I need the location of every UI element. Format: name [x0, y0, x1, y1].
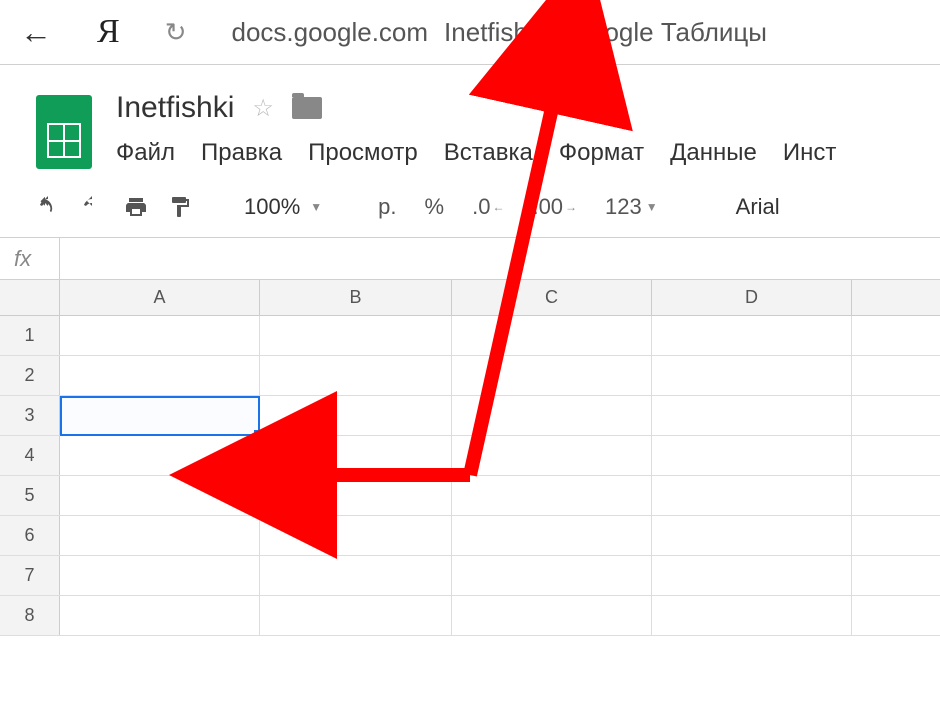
menu-view[interactable]: Просмотр	[308, 139, 418, 167]
cell-a3[interactable]	[60, 396, 260, 435]
cell-c3[interactable]	[452, 396, 652, 435]
col-header-a[interactable]: A	[60, 280, 260, 315]
column-headers: A B C D	[0, 280, 940, 316]
doc-title[interactable]: Inetfishki	[116, 91, 234, 125]
redo-button[interactable]	[74, 191, 110, 223]
url-area[interactable]: docs.google.com Inetfishki - Google Табл…	[231, 17, 767, 48]
yandex-logo[interactable]: Я	[97, 13, 120, 51]
zoom-value: 100%	[244, 194, 300, 220]
row-header-8[interactable]: 8	[0, 596, 60, 635]
paint-format-icon	[168, 195, 192, 219]
row-header-7[interactable]: 7	[0, 556, 60, 595]
cell-b8[interactable]	[260, 596, 452, 635]
col-header-b[interactable]: B	[260, 280, 452, 315]
percent-format-button[interactable]: %	[415, 194, 455, 220]
cell-a5[interactable]	[60, 476, 260, 515]
menu-format[interactable]: Формат	[559, 139, 644, 167]
cell-a1[interactable]	[60, 316, 260, 355]
cell-a8[interactable]	[60, 596, 260, 635]
cell-c8[interactable]	[452, 596, 652, 635]
folder-icon[interactable]	[292, 97, 322, 119]
undo-button[interactable]	[30, 191, 66, 223]
cell-c7[interactable]	[452, 556, 652, 595]
row-header-3[interactable]: 3	[0, 396, 60, 435]
cell-d6[interactable]	[652, 516, 852, 555]
cell-b2[interactable]	[260, 356, 452, 395]
cell-c6[interactable]	[452, 516, 652, 555]
sheets-logo-icon[interactable]	[36, 95, 92, 169]
row-header-5[interactable]: 5	[0, 476, 60, 515]
number-format-button[interactable]: 123▼	[595, 194, 668, 220]
chevron-down-icon: ▼	[310, 200, 322, 214]
font-select[interactable]: Arial	[706, 194, 780, 220]
cell-d3[interactable]	[652, 396, 852, 435]
cell-b1[interactable]	[260, 316, 452, 355]
col-header-c[interactable]: C	[452, 280, 652, 315]
cell-c1[interactable]	[452, 316, 652, 355]
cell-b7[interactable]	[260, 556, 452, 595]
menu-edit[interactable]: Правка	[201, 139, 282, 167]
row-header-2[interactable]: 2	[0, 356, 60, 395]
cell-d7[interactable]	[652, 556, 852, 595]
cell-b3[interactable]	[260, 396, 452, 435]
cell-b6[interactable]	[260, 516, 452, 555]
menu-data[interactable]: Данные	[670, 139, 757, 167]
url-domain: docs.google.com	[231, 17, 428, 48]
print-icon	[124, 195, 148, 219]
cell-d4[interactable]	[652, 436, 852, 475]
cell-c2[interactable]	[452, 356, 652, 395]
grid-body: 1 2 3 4 5 6 7 8	[0, 316, 940, 636]
fx-label: fx	[0, 238, 60, 279]
toolbar: 100% ▼ р. % .0← .00→ 123▼ Arial	[0, 169, 940, 238]
row-header-6[interactable]: 6	[0, 516, 60, 555]
paint-format-button[interactable]	[162, 191, 198, 223]
formula-input[interactable]	[60, 238, 940, 279]
cell-a6[interactable]	[60, 516, 260, 555]
col-header-d[interactable]: D	[652, 280, 852, 315]
star-icon[interactable]: ☆	[252, 94, 274, 123]
doc-header: Inetfishki ☆ Файл Правка Просмотр Вставк…	[0, 65, 940, 169]
menu-insert[interactable]: Вставка	[444, 139, 533, 167]
print-button[interactable]	[118, 191, 154, 223]
cell-c4[interactable]	[452, 436, 652, 475]
cell-d2[interactable]	[652, 356, 852, 395]
menu-tools[interactable]: Инст	[783, 139, 837, 167]
cell-a2[interactable]	[60, 356, 260, 395]
menu-bar: Файл Правка Просмотр Вставка Формат Данн…	[116, 139, 940, 167]
undo-icon	[36, 195, 60, 219]
menu-file[interactable]: Файл	[116, 139, 175, 167]
row-header-4[interactable]: 4	[0, 436, 60, 475]
cell-b5[interactable]	[260, 476, 452, 515]
cell-d5[interactable]	[652, 476, 852, 515]
cell-d8[interactable]	[652, 596, 852, 635]
cell-d1[interactable]	[652, 316, 852, 355]
select-all-corner[interactable]	[0, 280, 60, 315]
browser-address-bar: ← Я ↻ docs.google.com Inetfishki - Googl…	[0, 0, 940, 65]
currency-format-button[interactable]: р.	[368, 194, 406, 220]
back-button[interactable]: ←	[20, 14, 52, 51]
decrease-decimal-button[interactable]: .0←	[462, 194, 514, 220]
increase-decimal-button[interactable]: .00→	[522, 194, 587, 220]
row-header-1[interactable]: 1	[0, 316, 60, 355]
page-title-text: Inetfishki - Google Таблицы	[444, 17, 767, 48]
zoom-select[interactable]: 100% ▼	[236, 194, 330, 220]
cell-c5[interactable]	[452, 476, 652, 515]
spreadsheet-grid[interactable]: A B C D 1 2 3 4 5 6 7 8	[0, 280, 940, 636]
cell-a4[interactable]	[60, 436, 260, 475]
redo-icon	[80, 195, 104, 219]
formula-bar: fx	[0, 238, 940, 280]
cell-a7[interactable]	[60, 556, 260, 595]
cell-b4[interactable]	[260, 436, 452, 475]
reload-button[interactable]: ↻	[165, 17, 187, 48]
